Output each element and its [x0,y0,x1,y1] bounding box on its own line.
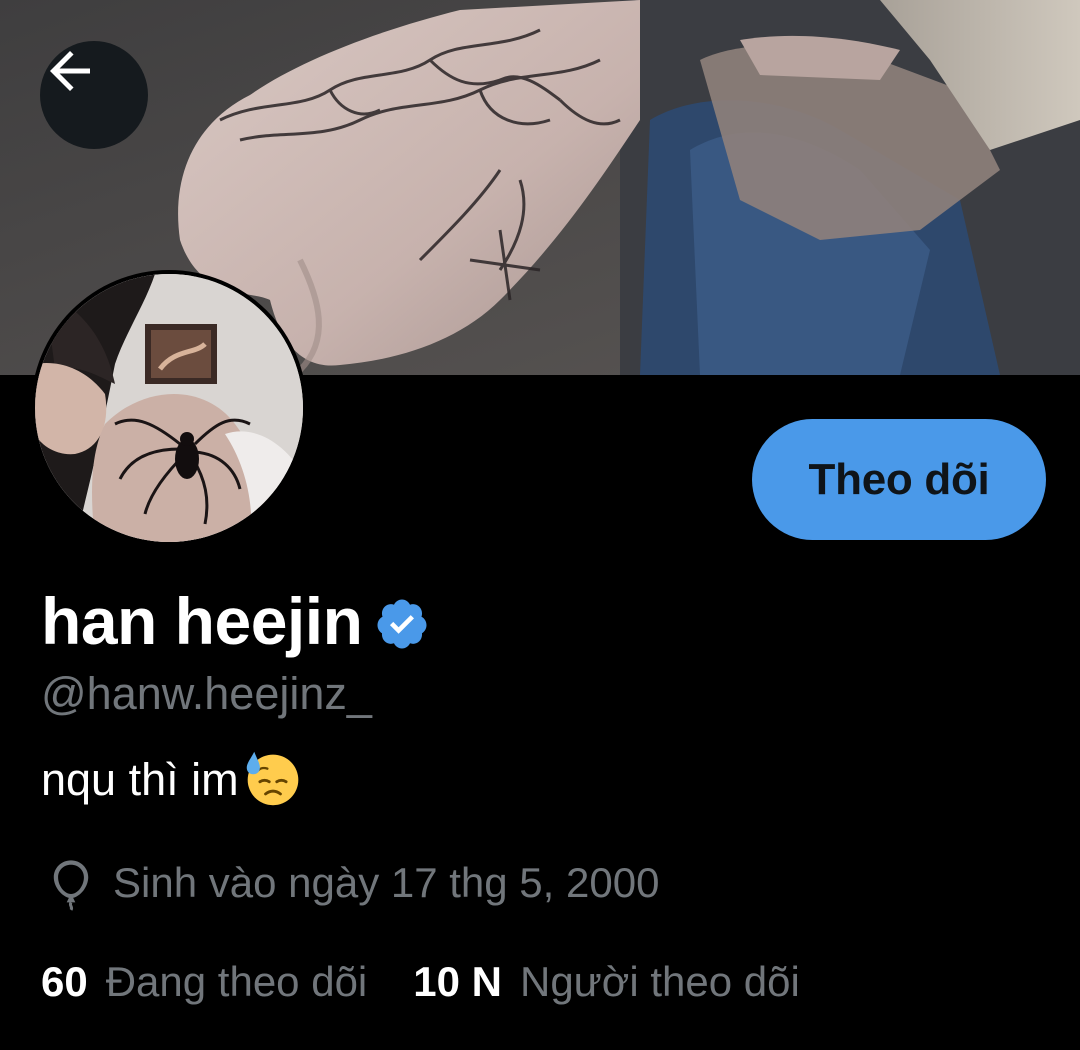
following-label: Đang theo dõi [105,958,368,1005]
balloon-icon [53,860,89,911]
profile-bio: nqu thì im [41,748,303,812]
follow-button[interactable]: Theo dõi [752,419,1046,540]
display-name: han heejin [41,584,363,658]
avatar-photo [35,274,303,542]
arrow-left-icon [50,51,90,91]
following-count: 60 [41,958,88,1005]
followers-link[interactable]: 10 N Người theo dõi [413,952,800,1012]
avatar[interactable] [31,270,307,546]
profile-stats: 60 Đang theo dõi 10 N Người theo dõi [41,952,800,1012]
back-button[interactable] [40,41,148,149]
followers-count: 10 N [413,958,502,1005]
followers-label: Người theo dõi [519,958,800,1005]
downcast-face-with-sweat-emoji [246,751,298,806]
display-name-row: han heejin [41,583,430,659]
birthday-text: Sinh vào ngày 17 thg 5, 2000 [113,859,660,906]
profile-handle: @hanw.heejinz_ [41,668,372,719]
follow-button-label: Theo dõi [808,454,990,504]
verified-badge-icon[interactable] [374,596,430,652]
following-link[interactable]: 60 Đang theo dõi [41,952,367,1012]
bio-text: nqu thì im [41,754,239,805]
birthday-row: Sinh vào ngày 17 thg 5, 2000 [45,853,659,913]
